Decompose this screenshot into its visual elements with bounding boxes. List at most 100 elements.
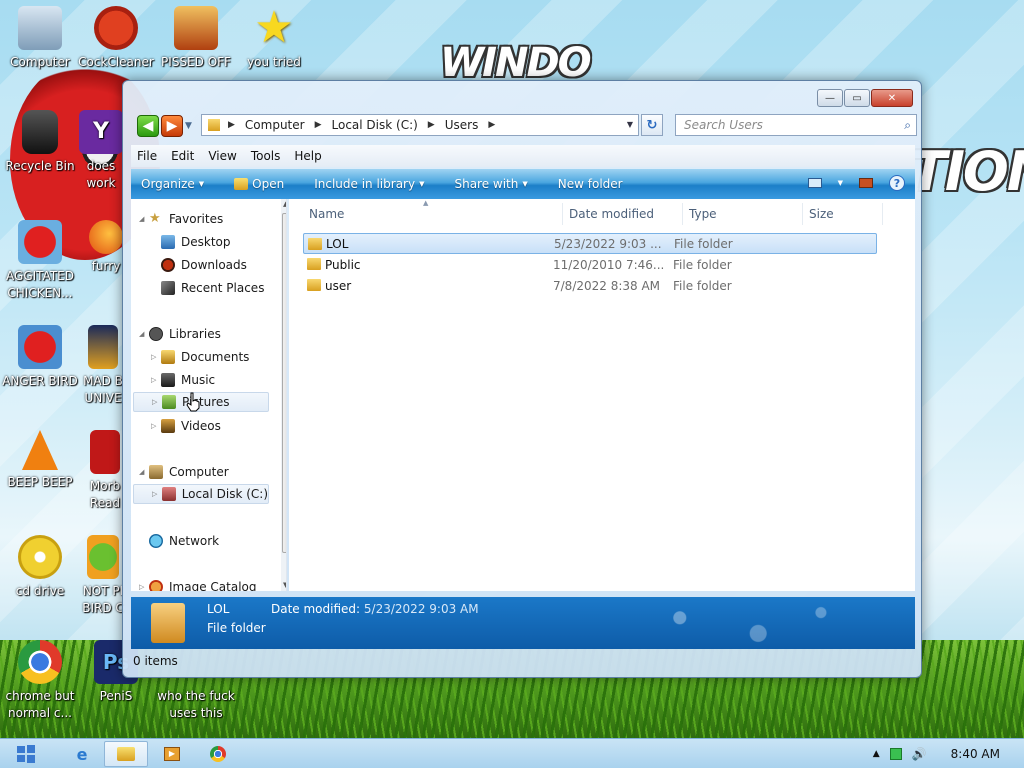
nav-libraries[interactable]: ◢ Libraries (139, 324, 221, 344)
internet-explorer-icon[interactable]: e (60, 741, 104, 767)
share-with-button[interactable]: Share with ▼ (454, 177, 527, 191)
forward-button[interactable]: ▶ (161, 115, 183, 137)
menu-edit[interactable]: Edit (171, 149, 194, 163)
collapse-arrow-icon[interactable]: ▷ (152, 398, 162, 406)
new-folder-button[interactable]: New folder (558, 177, 623, 191)
preview-pane-icon[interactable] (859, 178, 873, 188)
breadcrumb-arrow-icon[interactable]: ▶ (228, 120, 235, 130)
expand-arrow-icon[interactable]: ◢ (139, 215, 149, 223)
desktop-icon-pissed-off[interactable]: PISSED OFF (156, 6, 236, 71)
breadcrumb-computer[interactable]: Computer (245, 118, 305, 132)
view-options-icon[interactable] (807, 178, 822, 188)
desktop-icon-beep-beep[interactable]: BEEP BEEP (0, 430, 80, 491)
nav-pane-scrollbar[interactable]: ▲ ▼ (281, 199, 286, 591)
scroll-up-arrow-icon[interactable]: ▲ (283, 200, 286, 208)
desktop-icon-mad-bird-universe[interactable]: MAD B UNIVE (80, 325, 126, 407)
nav-videos[interactable]: ▷ Videos (151, 416, 221, 436)
refresh-button[interactable]: ↻ (641, 114, 663, 136)
menu-file[interactable]: File (137, 149, 157, 163)
expand-arrow-icon[interactable]: ◢ (139, 468, 149, 476)
explorer-window[interactable]: — ▭ ✕ ◀ ▶ ▼ ▶ Computer ▶ Local Disk (C:)… (122, 80, 922, 678)
breadcrumb-local-disk[interactable]: Local Disk (C:) (332, 118, 418, 132)
breadcrumb-users[interactable]: Users (445, 118, 479, 132)
chrome-icon (18, 640, 62, 684)
back-button[interactable]: ◀ (137, 115, 159, 137)
column-header-date-modified[interactable]: Date modified (563, 203, 683, 225)
desktop-icon-cockcleaner[interactable]: CockCleaner (76, 6, 156, 71)
address-bar[interactable]: ▶ Computer ▶ Local Disk (C:) ▶ Users ▶ ▼ (201, 114, 639, 136)
collapse-arrow-icon[interactable]: ▷ (151, 376, 161, 384)
help-icon[interactable]: ? (889, 175, 905, 191)
nav-local-disk[interactable]: ▷ Local Disk (C:) (133, 484, 269, 504)
desktop-icon-cd-drive[interactable]: cd drive (0, 535, 80, 600)
collapse-arrow-icon[interactable]: ▷ (151, 422, 161, 430)
menu-help[interactable]: Help (294, 149, 321, 163)
close-button[interactable]: ✕ (871, 89, 913, 107)
nav-network[interactable]: Network (139, 531, 219, 551)
clock[interactable]: 8:40 AM (951, 747, 1000, 761)
open-button[interactable]: Open (234, 177, 284, 191)
start-button[interactable] (4, 741, 48, 767)
minimize-button[interactable]: — (817, 89, 843, 107)
chrome-taskbar-button[interactable] (196, 741, 240, 767)
recent-pages-chevron-icon[interactable]: ▼ (185, 121, 192, 131)
file-row-lol[interactable]: LOL 5/23/2022 9:03 ... File folder (303, 233, 877, 254)
file-row-user[interactable]: user 7/8/2022 8:38 AM File folder (303, 275, 877, 296)
include-in-library-button[interactable]: Include in library ▼ (314, 177, 424, 191)
nav-downloads[interactable]: Downloads (161, 255, 247, 275)
breadcrumb-arrow-icon[interactable]: ▶ (315, 120, 322, 130)
breadcrumb-arrow-icon[interactable]: ▶ (428, 120, 435, 130)
chevron-down-icon[interactable]: ▼ (838, 179, 843, 187)
desktop-icon-aggitated-chicken[interactable]: AGGITATED CHICKEN... (0, 220, 80, 302)
nav-favorites[interactable]: ◢ ★ Favorites (139, 209, 223, 229)
desktop-icon (161, 235, 175, 249)
desktop-icon-does-work[interactable]: Y does work (76, 110, 126, 192)
search-input[interactable]: Search Users ⌕ (675, 114, 917, 136)
organize-button[interactable]: Organize ▼ (141, 177, 204, 191)
desktop-icon-you-tried[interactable]: ★ you tried (234, 6, 314, 71)
column-header-size[interactable]: Size (803, 203, 883, 225)
volume-icon[interactable]: 🔊 (912, 747, 927, 761)
collapse-arrow-icon[interactable]: ▷ (151, 353, 161, 361)
local-disk-icon (161, 487, 176, 501)
collapse-arrow-icon[interactable]: ▷ (152, 490, 162, 498)
nav-desktop[interactable]: Desktop (161, 232, 231, 252)
menu-view[interactable]: View (208, 149, 236, 163)
nav-documents[interactable]: ▷ Documents (151, 347, 249, 367)
desktop-icon-furry[interactable]: furry (86, 220, 126, 275)
desktop-icon-not-pig[interactable]: NOT PI BIRD C (80, 535, 126, 617)
new-folder-label: New folder (557, 177, 623, 191)
nav-image-catalog[interactable]: ▷ Image Catalog (139, 577, 256, 591)
battery-icon[interactable] (889, 748, 902, 760)
desktop-icon-recycle-bin[interactable]: Recycle Bin (0, 110, 80, 175)
expand-arrow-icon[interactable]: ◢ (139, 330, 149, 338)
desktop-icon-chrome[interactable]: chrome but normal c... (0, 640, 80, 722)
desktop-icon-computer[interactable]: Computer (0, 6, 80, 71)
computer-icon (149, 465, 163, 479)
desktop-icon-anger-bird[interactable]: ANGER BIRD (0, 325, 80, 390)
menu-tools[interactable]: Tools (251, 149, 281, 163)
explorer-taskbar-button[interactable] (104, 741, 148, 767)
scrollbar-thumb[interactable] (282, 213, 286, 553)
scroll-down-arrow-icon[interactable]: ▼ (283, 581, 286, 589)
address-dropdown-icon[interactable]: ▼ (627, 120, 633, 129)
nav-computer[interactable]: ◢ Computer (139, 462, 229, 482)
hand-cursor-icon (186, 392, 200, 412)
column-header-name[interactable]: Name ▲ (303, 199, 563, 225)
tray-up-arrow-icon[interactable]: ▲ (873, 749, 880, 759)
pictures-icon (162, 395, 176, 409)
nav-pictures[interactable]: ▷ Pictures (133, 392, 269, 412)
media-player-button[interactable]: ▶ (150, 741, 194, 767)
nav-music[interactable]: ▷ Music (151, 370, 215, 390)
collapse-arrow-icon[interactable]: ▷ (139, 583, 149, 591)
desktop-icon-morb-reader[interactable]: Morb Read (84, 430, 126, 512)
column-header-type[interactable]: Type (683, 203, 803, 225)
maximize-button[interactable]: ▭ (844, 89, 870, 107)
recent-places-icon (161, 281, 175, 295)
firefox-icon (89, 220, 123, 254)
folder-icon (307, 258, 321, 270)
file-row-public[interactable]: Public 11/20/2010 7:46... File folder (303, 254, 877, 275)
breadcrumb-arrow-icon[interactable]: ▶ (488, 120, 495, 130)
search-icon[interactable]: ⌕ (904, 118, 911, 133)
nav-recent-places[interactable]: Recent Places (161, 278, 264, 298)
